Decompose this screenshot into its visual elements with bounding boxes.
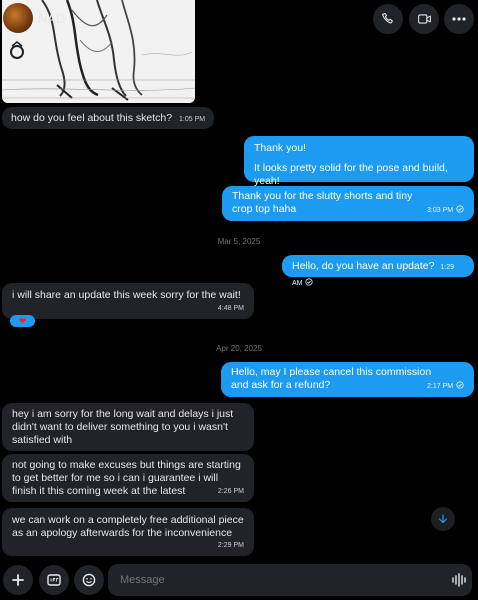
message-composer — [0, 560, 478, 600]
date-separator: Mar 5, 2025 — [217, 237, 261, 246]
message-text: hey i am sorry for the long wait and del… — [12, 408, 234, 446]
phone-icon — [381, 12, 393, 24]
voice-icon[interactable] — [452, 572, 466, 588]
message-status: 3:03 PM — [427, 203, 464, 217]
emoji-button[interactable] — [74, 565, 104, 595]
message-text: i will share an update this week sorry f… — [12, 289, 241, 301]
message-text: Hello, may I please cancel this commissi… — [231, 366, 432, 391]
message-outgoing[interactable]: Hello, may I please cancel this commissi… — [221, 362, 474, 397]
message-text: Hello, do you have an update? — [292, 260, 435, 272]
message-time: 2:29 PM — [217, 542, 244, 549]
call-button[interactable] — [373, 4, 403, 34]
scroll-to-bottom-button[interactable] — [431, 507, 455, 531]
read-check-icon — [456, 205, 464, 213]
chat-name[interactable]: NAD — [38, 11, 65, 26]
message-text: we can work on a completely free additio… — [12, 514, 244, 539]
video-call-button[interactable] — [409, 4, 439, 34]
reaction-badge[interactable]: ❤ — [10, 315, 35, 327]
message-incoming[interactable]: hey i am sorry for the long wait and del… — [2, 403, 254, 451]
message-incoming[interactable]: i will share an update this week sorry f… — [2, 283, 254, 319]
emoji-icon — [82, 573, 96, 587]
message-text: It looks pretty solid for the pose and b… — [254, 162, 448, 187]
message-text: not going to make excuses but things are… — [12, 459, 241, 497]
message-status: 2:17 PM — [427, 379, 464, 393]
message-text: Thank you! — [254, 142, 306, 154]
more-options-button[interactable] — [444, 4, 474, 34]
more-icon — [452, 17, 466, 21]
message-text: Thank you for the slutty shorts and tiny… — [232, 190, 413, 215]
gif-button[interactable] — [39, 565, 69, 595]
message-time: 4:48 PM — [217, 305, 244, 312]
message-incoming[interactable]: how do you feel about this sketch? 1:05 … — [2, 107, 215, 129]
message-text: how do you feel about this sketch? — [11, 112, 173, 124]
avatar[interactable] — [3, 3, 33, 33]
heart-icon: ❤ — [18, 315, 27, 326]
gif-icon — [47, 574, 61, 586]
message-time: 3:03 PM — [427, 207, 454, 214]
message-outgoing[interactable]: Thank you! It looks pretty solid for the… — [244, 136, 474, 187]
read-check-icon — [305, 278, 314, 286]
video-icon — [417, 14, 431, 24]
message-incoming[interactable]: we can work on a completely free additio… — [2, 508, 254, 556]
message-time: 2:17 PM — [427, 383, 454, 390]
message-outgoing[interactable]: Thank you for the slutty shorts and tiny… — [222, 186, 474, 221]
message-time: 2:26 PM — [217, 488, 244, 495]
message-outgoing[interactable]: Hello, do you have an update? 1:29 AM — [282, 255, 474, 287]
message-incoming[interactable]: not going to make excuses but things are… — [2, 454, 254, 502]
read-check-icon — [456, 381, 464, 389]
date-separator: Apr 20, 2025 — [216, 344, 262, 353]
chat-header: NAD — [0, 0, 478, 38]
plus-icon — [12, 574, 24, 586]
arrow-down-icon — [438, 514, 448, 524]
message-input[interactable] — [108, 564, 472, 596]
message-time: 1:05 PM — [179, 116, 206, 123]
add-button[interactable] — [3, 565, 33, 595]
